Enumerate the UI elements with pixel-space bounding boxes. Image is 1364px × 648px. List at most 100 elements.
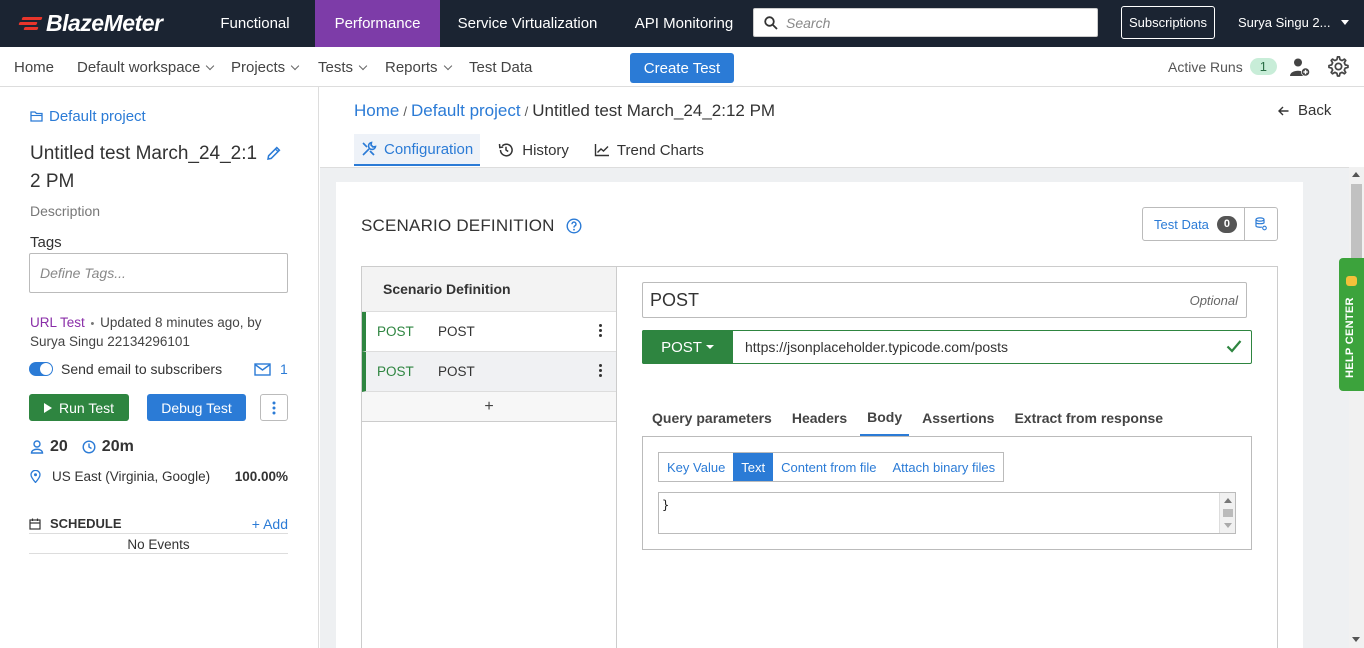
description-field[interactable]: Description (30, 203, 100, 219)
add-request-button[interactable]: + (362, 392, 616, 422)
more-options-button[interactable] (260, 394, 288, 421)
scenario-title-label: SCENARIO DEFINITION (361, 216, 555, 235)
body-tab-attach-binary-files[interactable]: Attach binary files (885, 453, 1004, 481)
subnav-workspace[interactable]: Default workspace (77, 59, 215, 76)
breadcrumb-home[interactable]: Home (354, 101, 399, 121)
test-data-button[interactable]: Test Data 0 (1142, 207, 1278, 241)
scroll-up-icon[interactable] (1352, 172, 1360, 177)
hand-icon (1346, 276, 1357, 286)
caret-down-icon (1340, 20, 1349, 25)
request-label-value: POST (650, 289, 700, 310)
wrench-icon (362, 141, 377, 156)
tab-extract-from-response[interactable]: Extract from response (1007, 400, 1170, 436)
subscribers-link[interactable]: 1 (254, 361, 288, 377)
user-menu[interactable]: Surya Singu 2... (1238, 15, 1349, 30)
method-dropdown[interactable]: POST (642, 330, 733, 364)
tab-body[interactable]: Body (860, 400, 910, 436)
blazemeter-logo[interactable]: BlazeMeter (18, 9, 163, 36)
back-button[interactable]: Back (1278, 102, 1331, 119)
search-box[interactable] (753, 8, 1098, 37)
tags-box[interactable] (29, 253, 288, 293)
breadcrumb: Home / Default project / Untitled test M… (354, 101, 775, 121)
url-row: POST https://jsonplaceholder.typicode.co… (642, 330, 1252, 364)
data-settings-icon[interactable] (1255, 217, 1267, 231)
tags-input[interactable] (40, 265, 270, 281)
create-test-button[interactable]: Create Test (630, 53, 734, 83)
subnav-test-data[interactable]: Test Data (469, 59, 532, 76)
test-data-label: Test Data (1154, 216, 1209, 232)
subnav-tests-label: Tests (318, 59, 354, 76)
scroll-down-icon[interactable] (1224, 523, 1232, 528)
active-runs[interactable]: Active Runs 1 (1168, 58, 1277, 75)
editor-scrollbar[interactable] (1219, 493, 1235, 533)
request-item[interactable]: POST POST (362, 312, 616, 352)
edit-pencil-icon[interactable] (266, 145, 282, 161)
nav-service-virtualization[interactable]: Service Virtualization (447, 0, 608, 47)
help-circle-icon[interactable] (566, 218, 582, 234)
logo-mark-icon (18, 14, 44, 32)
top-bar: BlazeMeter Functional Performance Servic… (0, 0, 1364, 47)
chevron-down-icon (290, 61, 300, 70)
help-center-label: HELP CENTER (1344, 297, 1356, 378)
load-stats: 20 20m (30, 438, 134, 456)
tab-configuration-label: Configuration (384, 140, 474, 158)
search-icon (764, 15, 778, 30)
body-text-editor[interactable]: } (658, 492, 1236, 534)
help-center-tab[interactable]: HELP CENTER (1339, 258, 1364, 391)
history-icon (498, 143, 514, 157)
subnav-projects[interactable]: Projects (231, 59, 300, 76)
subnav-tests[interactable]: Tests (318, 59, 368, 76)
schedule-add-button[interactable]: + Add (252, 516, 288, 532)
url-input[interactable]: https://jsonplaceholder.typicode.com/pos… (745, 339, 1008, 355)
kebab-icon[interactable] (599, 324, 602, 339)
location-name: US East (Virginia, Google) (52, 469, 211, 484)
tab-history-label: History (522, 141, 569, 159)
chevron-down-icon (206, 61, 215, 70)
tab-query-parameters[interactable]: Query parameters (645, 400, 779, 436)
kebab-icon (272, 401, 276, 414)
add-user-icon[interactable] (1289, 56, 1311, 78)
no-events-text: No Events (29, 537, 288, 554)
subnav-reports-label: Reports (385, 59, 438, 76)
tab-configuration[interactable]: Configuration (354, 134, 481, 166)
project-link[interactable]: Default project (30, 108, 146, 125)
scroll-thumb[interactable] (1223, 509, 1233, 517)
chevron-down-icon (443, 61, 452, 70)
calendar-icon (29, 518, 41, 530)
debug-test-button[interactable]: Debug Test (147, 394, 246, 421)
nav-performance[interactable]: Performance (315, 0, 440, 47)
subscriptions-button[interactable]: Subscriptions (1121, 6, 1215, 39)
breadcrumb-project[interactable]: Default project (411, 101, 521, 121)
subnav-test-data-label: Test Data (469, 59, 533, 76)
nav-api-monitoring[interactable]: API Monitoring (622, 0, 746, 47)
request-label-field[interactable]: POST Optional (642, 282, 1247, 318)
tab-trend-charts[interactable]: Trend Charts (587, 134, 711, 166)
send-email-toggle[interactable] (29, 362, 53, 376)
subnav-reports[interactable]: Reports (385, 59, 452, 76)
send-email-row[interactable]: Send email to subscribers (29, 361, 222, 377)
search-input[interactable] (786, 14, 1086, 31)
divider (1244, 208, 1245, 240)
scroll-up-icon[interactable] (1224, 498, 1232, 503)
mail-icon (254, 362, 271, 376)
trend-chart-icon (594, 144, 609, 157)
body-tab-key-value[interactable]: Key Value (659, 453, 733, 481)
subnav-home[interactable]: Home (14, 59, 54, 76)
meta-bullet: • (90, 318, 95, 330)
nav-functional[interactable]: Functional (204, 0, 306, 47)
kebab-icon[interactable] (599, 364, 602, 379)
gear-icon[interactable] (1326, 55, 1349, 78)
tab-assertions[interactable]: Assertions (915, 400, 1001, 436)
request-name: POST (438, 364, 475, 379)
scenario-definition-title: SCENARIO DEFINITION (361, 216, 582, 236)
request-item[interactable]: POST POST (362, 352, 616, 392)
page-scrollbar[interactable] (1349, 167, 1364, 648)
tab-headers[interactable]: Headers (785, 400, 854, 436)
body-tab-text[interactable]: Text (733, 453, 774, 481)
scroll-down-icon[interactable] (1352, 637, 1360, 642)
test-meta: URL Test • Updated 8 minutes ago, by Sur… (30, 314, 290, 351)
body-tab-content-from-file[interactable]: Content from file (773, 453, 884, 481)
run-test-button[interactable]: Run Test (29, 394, 129, 421)
tab-history[interactable]: History (491, 134, 576, 166)
logo-text: BlazeMeter (46, 9, 163, 36)
